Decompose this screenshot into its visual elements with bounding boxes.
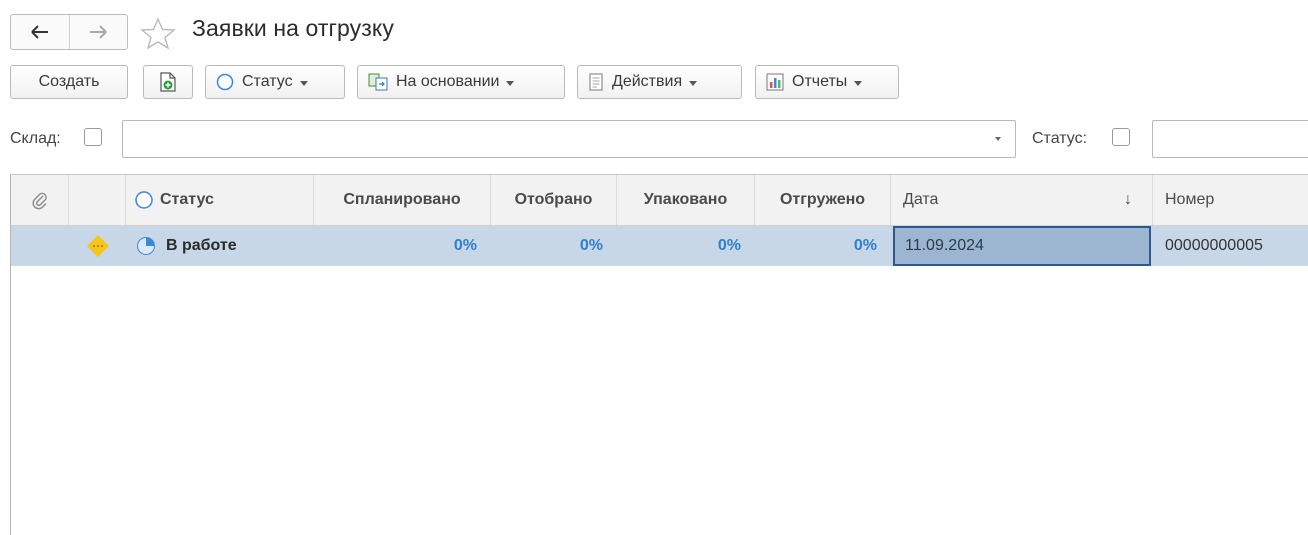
date-column-header[interactable]: Дата ↓ [891,175,1153,225]
warehouse-dropdown-button[interactable] [981,121,1015,157]
navigation-group [10,14,128,50]
indicator-cell [69,226,126,266]
status-menu-label: Статус [242,73,293,90]
report-icon [766,73,784,91]
in-progress-diamond-icon [86,235,109,257]
status-cell: В работе [126,226,314,266]
star-icon[interactable] [140,17,176,49]
number-column-label: Номер [1165,191,1215,208]
packed-cell: 0% [717,237,741,254]
shipped-column-label: Отгружено [779,191,866,208]
picked-column-label: Отобрано [514,191,593,208]
status-filter-label: Статус: [1032,130,1088,147]
circle-status-icon [135,191,153,209]
based-on-label: На основании [396,73,500,90]
warehouse-filter-input[interactable] [122,120,1016,158]
shipped-column-header[interactable]: Отгружено [755,175,891,225]
indicator-column-header[interactable] [69,175,126,225]
forward-button[interactable] [68,15,128,49]
document-icon [589,73,603,91]
table-row[interactable]: В работе 0% 0% 0% 0% 11.09.2024 00000000… [11,226,1308,266]
chevron-down-icon [995,137,1001,141]
chevron-down-icon [689,80,698,86]
circle-status-icon [216,73,234,91]
sort-descending-icon: ↓ [1124,191,1132,208]
warehouse-filter-label: Склад: [10,130,61,147]
status-filter-input[interactable] [1152,120,1308,158]
chevron-down-icon [854,80,863,86]
create-copy-button[interactable] [143,65,193,99]
based-on-button[interactable]: На основании [357,65,565,99]
arrow-right-icon [90,25,107,39]
based-on-icon [368,73,388,91]
status-column-header[interactable]: Статус [126,175,314,225]
reports-label: Отчеты [792,73,848,90]
actions-label: Действия [612,73,683,90]
picked-column-header[interactable]: Отобрано [491,175,617,225]
number-cell: 00000000005 [1165,237,1263,254]
status-menu-button[interactable]: Статус [205,65,345,99]
back-button[interactable] [11,15,69,49]
warehouse-filter-checkbox[interactable] [84,128,102,146]
add-document-icon [160,72,176,92]
pie-progress-icon [137,237,155,255]
actions-button[interactable]: Действия [577,65,742,99]
arrow-left-icon [31,25,48,39]
create-button[interactable]: Создать [10,65,128,99]
planned-column-header[interactable]: Спланировано [314,175,491,225]
planned-column-label: Спланировано [343,191,461,208]
attachment-column-header[interactable] [11,175,69,225]
orders-table: Статус Спланировано Отобрано Упаковано О… [10,174,1308,535]
page-title: Заявки на отгрузку [192,15,394,41]
status-column-label: Статус [160,191,214,208]
create-label: Создать [38,73,100,90]
date-cell[interactable]: 11.09.2024 [893,226,1151,266]
number-column-header[interactable]: Номер [1153,175,1308,225]
shipped-cell: 0% [853,237,877,254]
paperclip-icon [32,192,47,210]
status-value: В работе [166,237,237,254]
picked-cell: 0% [579,237,603,254]
reports-button[interactable]: Отчеты [755,65,899,99]
table-header: Статус Спланировано Отобрано Упаковано О… [11,175,1308,226]
chevron-down-icon [299,80,308,86]
chevron-down-icon [506,80,515,86]
status-filter-checkbox[interactable] [1112,128,1130,146]
packed-column-label: Упаковано [643,191,728,208]
packed-column-header[interactable]: Упаковано [617,175,755,225]
planned-cell: 0% [453,237,477,254]
date-column-label: Дата [903,191,939,208]
